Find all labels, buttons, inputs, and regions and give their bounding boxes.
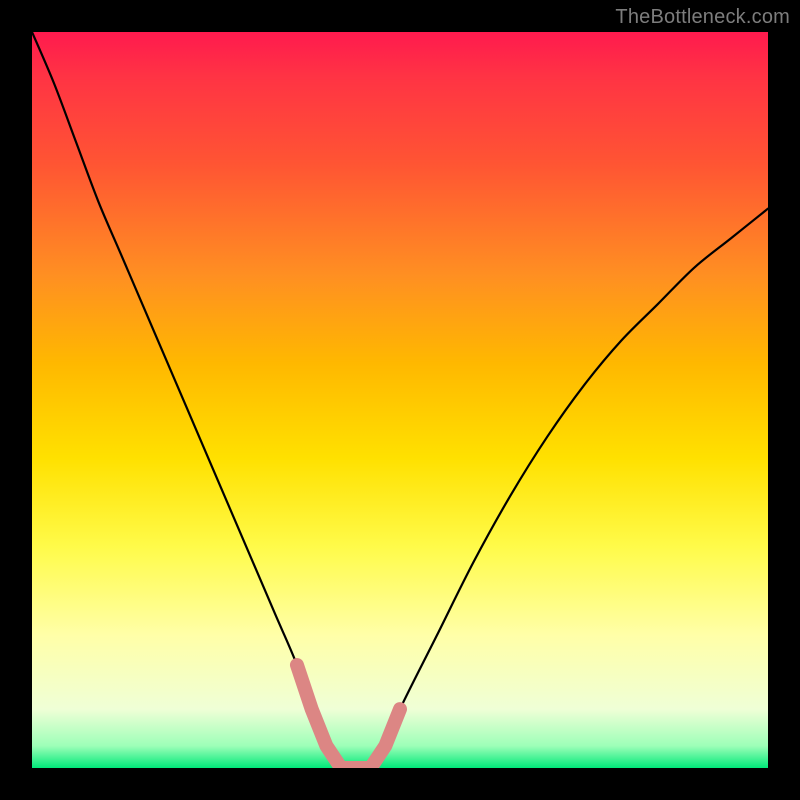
curve-layer — [32, 32, 768, 768]
highlight-marker — [297, 665, 400, 768]
chart-frame: TheBottleneck.com — [0, 0, 800, 800]
watermark-text: TheBottleneck.com — [615, 6, 790, 29]
plot-area — [32, 32, 768, 768]
bottleneck-curve — [32, 32, 768, 768]
